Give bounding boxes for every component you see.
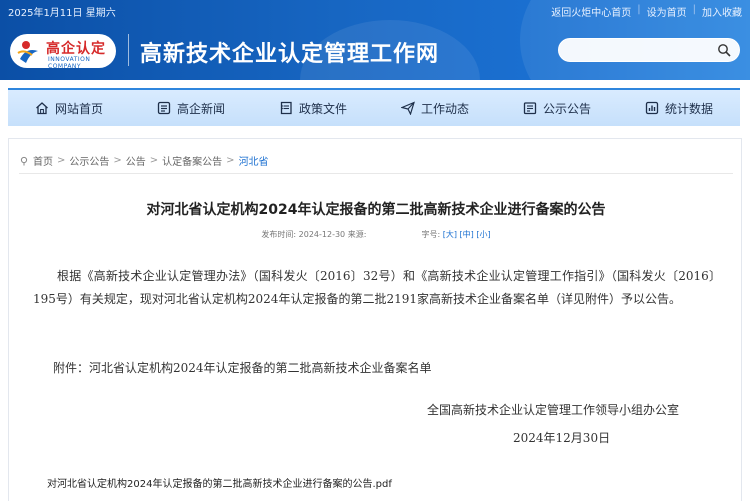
nav-item-stats[interactable]: 统计数据 bbox=[618, 90, 740, 126]
nav-item-notices[interactable]: 公示公告 bbox=[496, 90, 618, 126]
breadcrumb-separator: > bbox=[149, 155, 159, 166]
top-links: 返回火炬中心首页 | 设为首页 | 加入收藏 bbox=[551, 4, 742, 19]
breadcrumb-current[interactable]: 河北省 bbox=[239, 153, 269, 168]
stats-icon bbox=[645, 101, 659, 115]
logo-text: 高企认定 bbox=[46, 41, 106, 57]
breadcrumb-separator: > bbox=[226, 155, 235, 166]
nav-item-label: 政策文件 bbox=[298, 101, 347, 116]
font-size-small-button[interactable]: [小] bbox=[476, 230, 490, 239]
article-meta: 发布时间: 2024-12-30 来源: 字号: [大] [中] [小] bbox=[9, 229, 743, 240]
logo-swirl-icon bbox=[17, 41, 38, 63]
site-title: 高新技术企业认定管理工作网 bbox=[140, 41, 440, 67]
search-input[interactable] bbox=[569, 42, 709, 58]
header-banner: 2025年1月11日 星期六 返回火炬中心首页 | 设为首页 | 加入收藏 高企… bbox=[0, 0, 750, 80]
search-icon[interactable] bbox=[717, 43, 731, 57]
current-date: 2025年1月11日 星期六 bbox=[8, 8, 116, 19]
breadcrumb-home[interactable]: 首页 bbox=[33, 153, 53, 168]
link-separator: | bbox=[637, 4, 641, 15]
breadcrumb-notices[interactable]: 公示公告 bbox=[69, 153, 109, 168]
attachment-pdf-link[interactable]: 对河北省认定机构2024年认定报备的第二批高新技术企业进行备案的公告.pdf bbox=[47, 475, 392, 490]
article-container: 首页 > 公示公告 > 公告 > 认定备案公告 > 河北省 对河北省认定机构20… bbox=[8, 138, 742, 501]
logo-subtext: INNOVATION COMPANY bbox=[48, 56, 91, 70]
send-icon bbox=[400, 101, 415, 115]
divider bbox=[19, 173, 733, 174]
breadcrumb-announcements[interactable]: 公告 bbox=[126, 153, 146, 168]
breadcrumb: 首页 > 公示公告 > 公告 > 认定备案公告 > 河北省 bbox=[19, 153, 269, 168]
nav-item-policy[interactable]: 政策文件 bbox=[252, 90, 374, 126]
source-label: 来源: bbox=[347, 230, 367, 239]
article-title: 对河北省认定机构2024年认定报备的第二批高新技术企业进行备案的公告 bbox=[146, 202, 606, 218]
published-label: 发布时间: bbox=[261, 230, 297, 239]
published-date: 2024-12-30 bbox=[298, 230, 346, 239]
breadcrumb-separator: > bbox=[57, 155, 66, 166]
signature-organization: 全国高新技术企业认定管理工作领导小组办公室 bbox=[427, 403, 680, 417]
site-logo[interactable]: 高企认定 INNOVATION COMPANY bbox=[10, 34, 116, 70]
set-homepage-link[interactable]: 设为首页 bbox=[647, 4, 687, 19]
notice-icon bbox=[523, 102, 537, 115]
breadcrumb-separator: > bbox=[113, 155, 122, 166]
font-size-medium-button[interactable]: [中] bbox=[460, 230, 474, 239]
nav-item-label: 高企新闻 bbox=[176, 101, 225, 116]
add-favorite-link[interactable]: 加入收藏 bbox=[702, 4, 742, 19]
nav-item-label: 公示公告 bbox=[542, 101, 591, 116]
logo-divider bbox=[128, 34, 129, 66]
link-separator: | bbox=[692, 4, 696, 15]
article-body-paragraph: 根据《高新技术企业认定管理办法》（国科发火〔2016〕32号）和《高新技术企业认… bbox=[33, 269, 721, 306]
font-size-label: 字号: bbox=[421, 230, 441, 239]
nav-item-label: 工作动态 bbox=[420, 101, 469, 116]
nav-item-news[interactable]: 高企新闻 bbox=[130, 90, 252, 126]
nav-item-home[interactable]: 网站首页 bbox=[8, 90, 130, 126]
news-icon bbox=[157, 101, 171, 115]
font-size-large-button[interactable]: [大] bbox=[443, 230, 457, 239]
nav-item-label: 网站首页 bbox=[54, 101, 103, 116]
signature-date: 2024年12月30日 bbox=[513, 431, 611, 445]
return-torch-link[interactable]: 返回火炬中心首页 bbox=[551, 4, 631, 19]
breadcrumb-filing-notices[interactable]: 认定备案公告 bbox=[162, 153, 222, 168]
main-nav: 网站首页 高企新闻 政策文件 工作动态 公示公告 统计数据 bbox=[8, 88, 740, 126]
nav-item-work-updates[interactable]: 工作动态 bbox=[374, 90, 496, 126]
home-icon bbox=[36, 102, 48, 115]
nav-item-label: 统计数据 bbox=[664, 101, 713, 116]
file-icon bbox=[280, 101, 292, 115]
attachment-note: 附件：河北省认定机构2024年认定报备的第二批高新技术企业备案名单 bbox=[53, 361, 432, 375]
search-box bbox=[558, 38, 740, 62]
home-icon bbox=[20, 156, 28, 165]
